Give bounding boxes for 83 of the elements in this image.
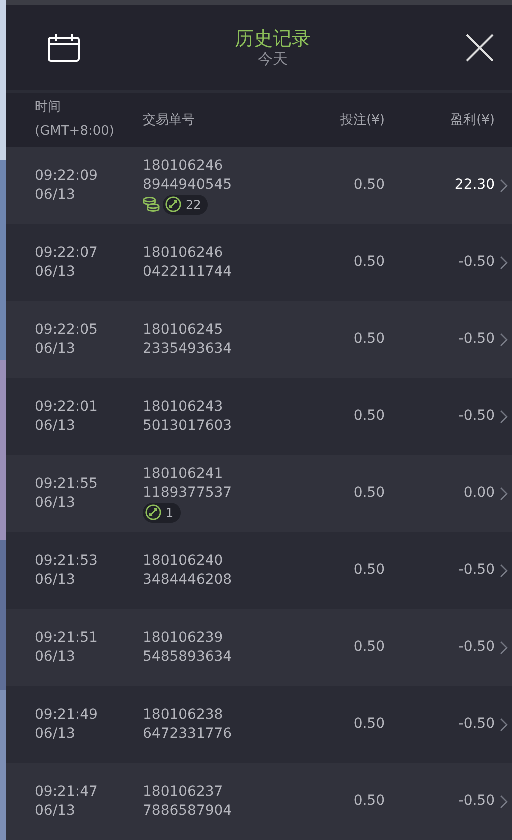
date-text: 06/13	[35, 416, 76, 436]
close-icon[interactable]	[466, 34, 494, 62]
date-filter-label: 今天	[258, 50, 288, 68]
stake-amount: 0.50	[354, 408, 385, 424]
chevron-right-icon	[500, 718, 508, 732]
chevron-right-icon	[500, 256, 508, 270]
stake-amount: 0.50	[354, 177, 385, 193]
order-number: 2335493634	[143, 340, 234, 358]
timezone-label: (GMT+8:00)	[35, 123, 116, 141]
order-number: 180106246	[143, 156, 224, 176]
history-row[interactable]: 09:22:07 06/13 180106246 0422111744 0.50 -0.50	[6, 224, 512, 301]
date-text: 06/13	[35, 340, 76, 358]
order-number: 180106245	[143, 320, 224, 340]
profit-amount: 0.00	[464, 485, 495, 501]
order-number: 180106237	[143, 782, 224, 802]
order-number: 0422111744	[143, 262, 234, 282]
time-text: 09:21:55	[35, 474, 99, 494]
time-text: 09:22:09	[35, 166, 99, 186]
chevron-right-icon	[500, 794, 508, 808]
profit-amount: -0.50	[458, 254, 495, 270]
history-row[interactable]: 09:21:55 06/13 180106241 1189377537 1 0.50 0.00	[6, 455, 512, 532]
order-number: 5013017603	[143, 416, 234, 436]
order-number: 180106240	[143, 552, 224, 570]
time-text: 09:21:53	[35, 552, 99, 570]
time-text: 09:21:49	[35, 706, 99, 724]
stake-amount: 0.50	[354, 254, 385, 270]
profit-amount: -0.50	[458, 793, 495, 809]
chevron-right-icon	[500, 564, 508, 578]
order-number: 8944940545	[143, 176, 234, 194]
time-text: 09:22:07	[35, 244, 99, 262]
stake-amount: 0.50	[354, 716, 385, 732]
stake-amount: 0.50	[354, 639, 385, 655]
time-text: 09:22:01	[35, 398, 99, 416]
history-row[interactable]: 09:22:05 06/13 180106245 2335493634 0.50 -0.50	[6, 301, 512, 378]
history-row[interactable]: 09:21:51 06/13 180106239 5485893634 0.50 -0.50	[6, 609, 512, 686]
window-title: 历史记录	[235, 28, 311, 50]
history-row[interactable]: 09:21:53 06/13 180106240 3484446208 0.50 -0.50	[6, 532, 512, 609]
order-number: 180106243	[143, 398, 224, 416]
date-text: 06/13	[35, 262, 76, 282]
date-text: 06/13	[35, 724, 76, 744]
column-header: 时间	[35, 99, 62, 117]
date-text: 06/13	[35, 648, 76, 666]
chevron-right-icon	[500, 332, 508, 346]
time-text: 09:21:47	[35, 782, 99, 802]
history-row[interactable]: 09:21:47 06/13 180106237 7886587904 0.50 -0.50	[6, 763, 512, 840]
order-number: 180106239	[143, 628, 224, 648]
column-header: 盈利(¥)	[450, 113, 495, 128]
history-row[interactable]: 09:21:49 06/13 180106238 6472331776 0.50 -0.50	[6, 686, 512, 763]
profit-amount: -0.50	[458, 408, 495, 424]
order-number: 3484446208	[143, 570, 234, 590]
order-number: 7886587904	[143, 802, 234, 820]
calendar-icon[interactable]	[48, 34, 80, 62]
chevron-right-icon	[500, 178, 508, 192]
profit-amount: -0.50	[458, 331, 495, 347]
order-number: 1189377537	[143, 484, 234, 502]
history-row[interactable]: 09:22:01 06/13 180106243 5013017603 0.50 -0.50	[6, 378, 512, 455]
time-text: 09:22:05	[35, 320, 99, 340]
order-number: 180106238	[143, 706, 224, 724]
chevron-right-icon	[500, 640, 508, 654]
stake-amount: 0.50	[354, 793, 385, 809]
history-row[interactable]: 09:22:09 06/13 180106246 8944940545 22 0.50 22.30	[6, 147, 512, 224]
column-header: 投注(¥)	[340, 113, 385, 128]
profit-amount: -0.50	[458, 639, 495, 655]
order-number: 5485893634	[143, 648, 234, 666]
date-text: 06/13	[35, 494, 76, 512]
order-number: 180106241	[143, 464, 224, 484]
stake-amount: 0.50	[354, 562, 385, 578]
column-header: 交易单号	[143, 113, 195, 128]
time-text: 09:21:51	[35, 628, 99, 648]
date-text: 06/13	[35, 802, 76, 820]
profit-amount: -0.50	[458, 562, 495, 578]
profit-amount: 22.30	[454, 177, 495, 193]
date-text: 06/13	[35, 570, 76, 590]
order-number: 180106246	[143, 244, 224, 262]
profit-amount: -0.50	[458, 716, 495, 732]
chevron-right-icon	[500, 486, 508, 500]
stake-amount: 0.50	[354, 331, 385, 347]
count-badge: 22	[163, 194, 208, 214]
chevron-right-icon	[500, 410, 508, 424]
stake-amount: 0.50	[354, 485, 385, 501]
count-badge: 1	[143, 502, 181, 522]
order-number: 6472331776	[143, 724, 234, 744]
date-text: 06/13	[35, 186, 76, 204]
